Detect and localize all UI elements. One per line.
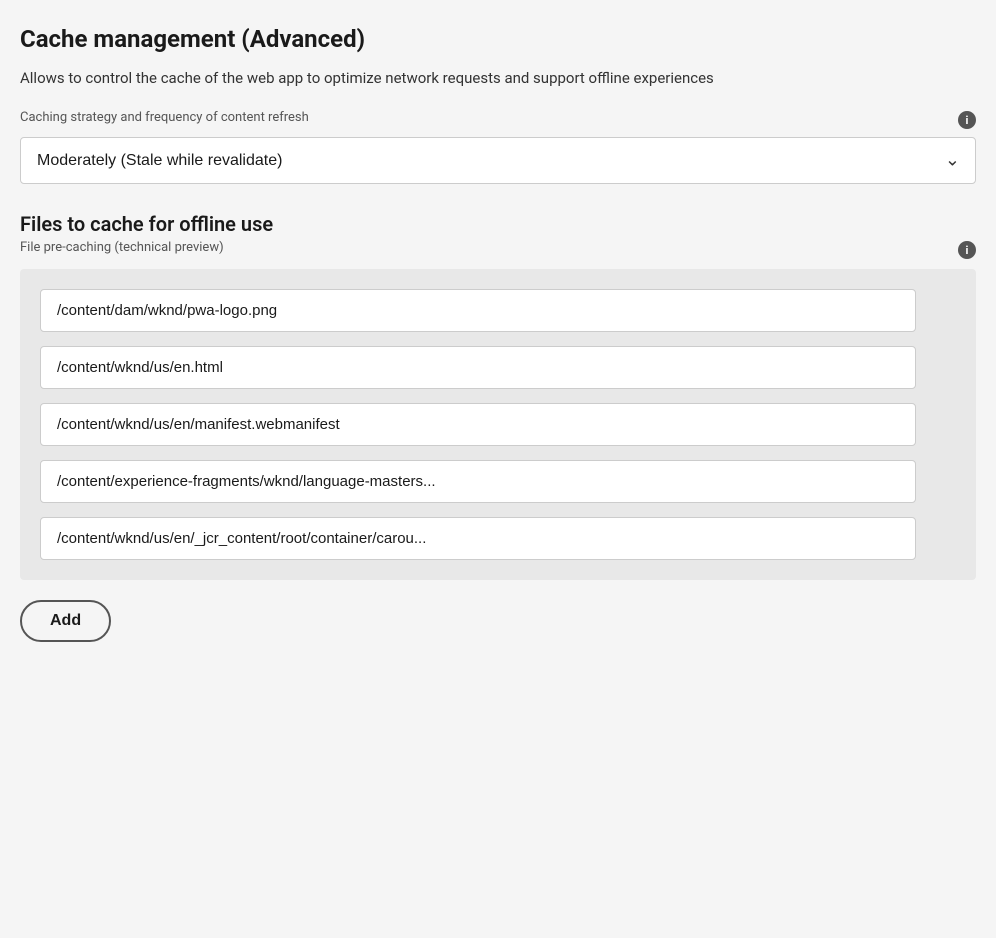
file-row — [40, 346, 956, 389]
delete-file-button-1[interactable] — [928, 363, 936, 371]
file-input-1[interactable] — [40, 346, 916, 389]
caching-strategy-label: Caching strategy and frequency of conten… — [20, 110, 309, 125]
file-row — [40, 460, 956, 503]
page-title: Cache management (Advanced) — [20, 24, 976, 55]
file-input-4[interactable] — [40, 517, 916, 560]
files-list-container — [20, 269, 976, 580]
caching-strategy-dropdown-wrapper: Moderately (Stale while revalidate)Aggre… — [20, 137, 976, 184]
caching-strategy-select[interactable]: Moderately (Stale while revalidate)Aggre… — [20, 137, 976, 184]
file-input-3[interactable] — [40, 460, 916, 503]
move-file-button-3[interactable] — [948, 477, 956, 485]
move-file-button-1[interactable] — [948, 363, 956, 371]
caching-strategy-info-icon[interactable]: i — [958, 111, 976, 129]
files-section-title: Files to cache for offline use — [20, 212, 976, 236]
file-input-0[interactable] — [40, 289, 916, 332]
move-file-button-4[interactable] — [948, 534, 956, 542]
move-file-button-2[interactable] — [948, 420, 956, 428]
file-row — [40, 517, 956, 560]
description-text: Allows to control the cache of the web a… — [20, 67, 976, 90]
add-button[interactable]: Add — [20, 600, 111, 642]
file-precaching-label: File pre-caching (technical preview) — [20, 240, 224, 255]
file-row — [40, 403, 956, 446]
file-input-2[interactable] — [40, 403, 916, 446]
delete-file-button-0[interactable] — [928, 306, 936, 314]
delete-file-button-3[interactable] — [928, 477, 936, 485]
delete-file-button-2[interactable] — [928, 420, 936, 428]
file-precaching-info-icon[interactable]: i — [958, 241, 976, 259]
move-file-button-0[interactable] — [948, 306, 956, 314]
delete-file-button-4[interactable] — [928, 534, 936, 542]
file-row — [40, 289, 956, 332]
